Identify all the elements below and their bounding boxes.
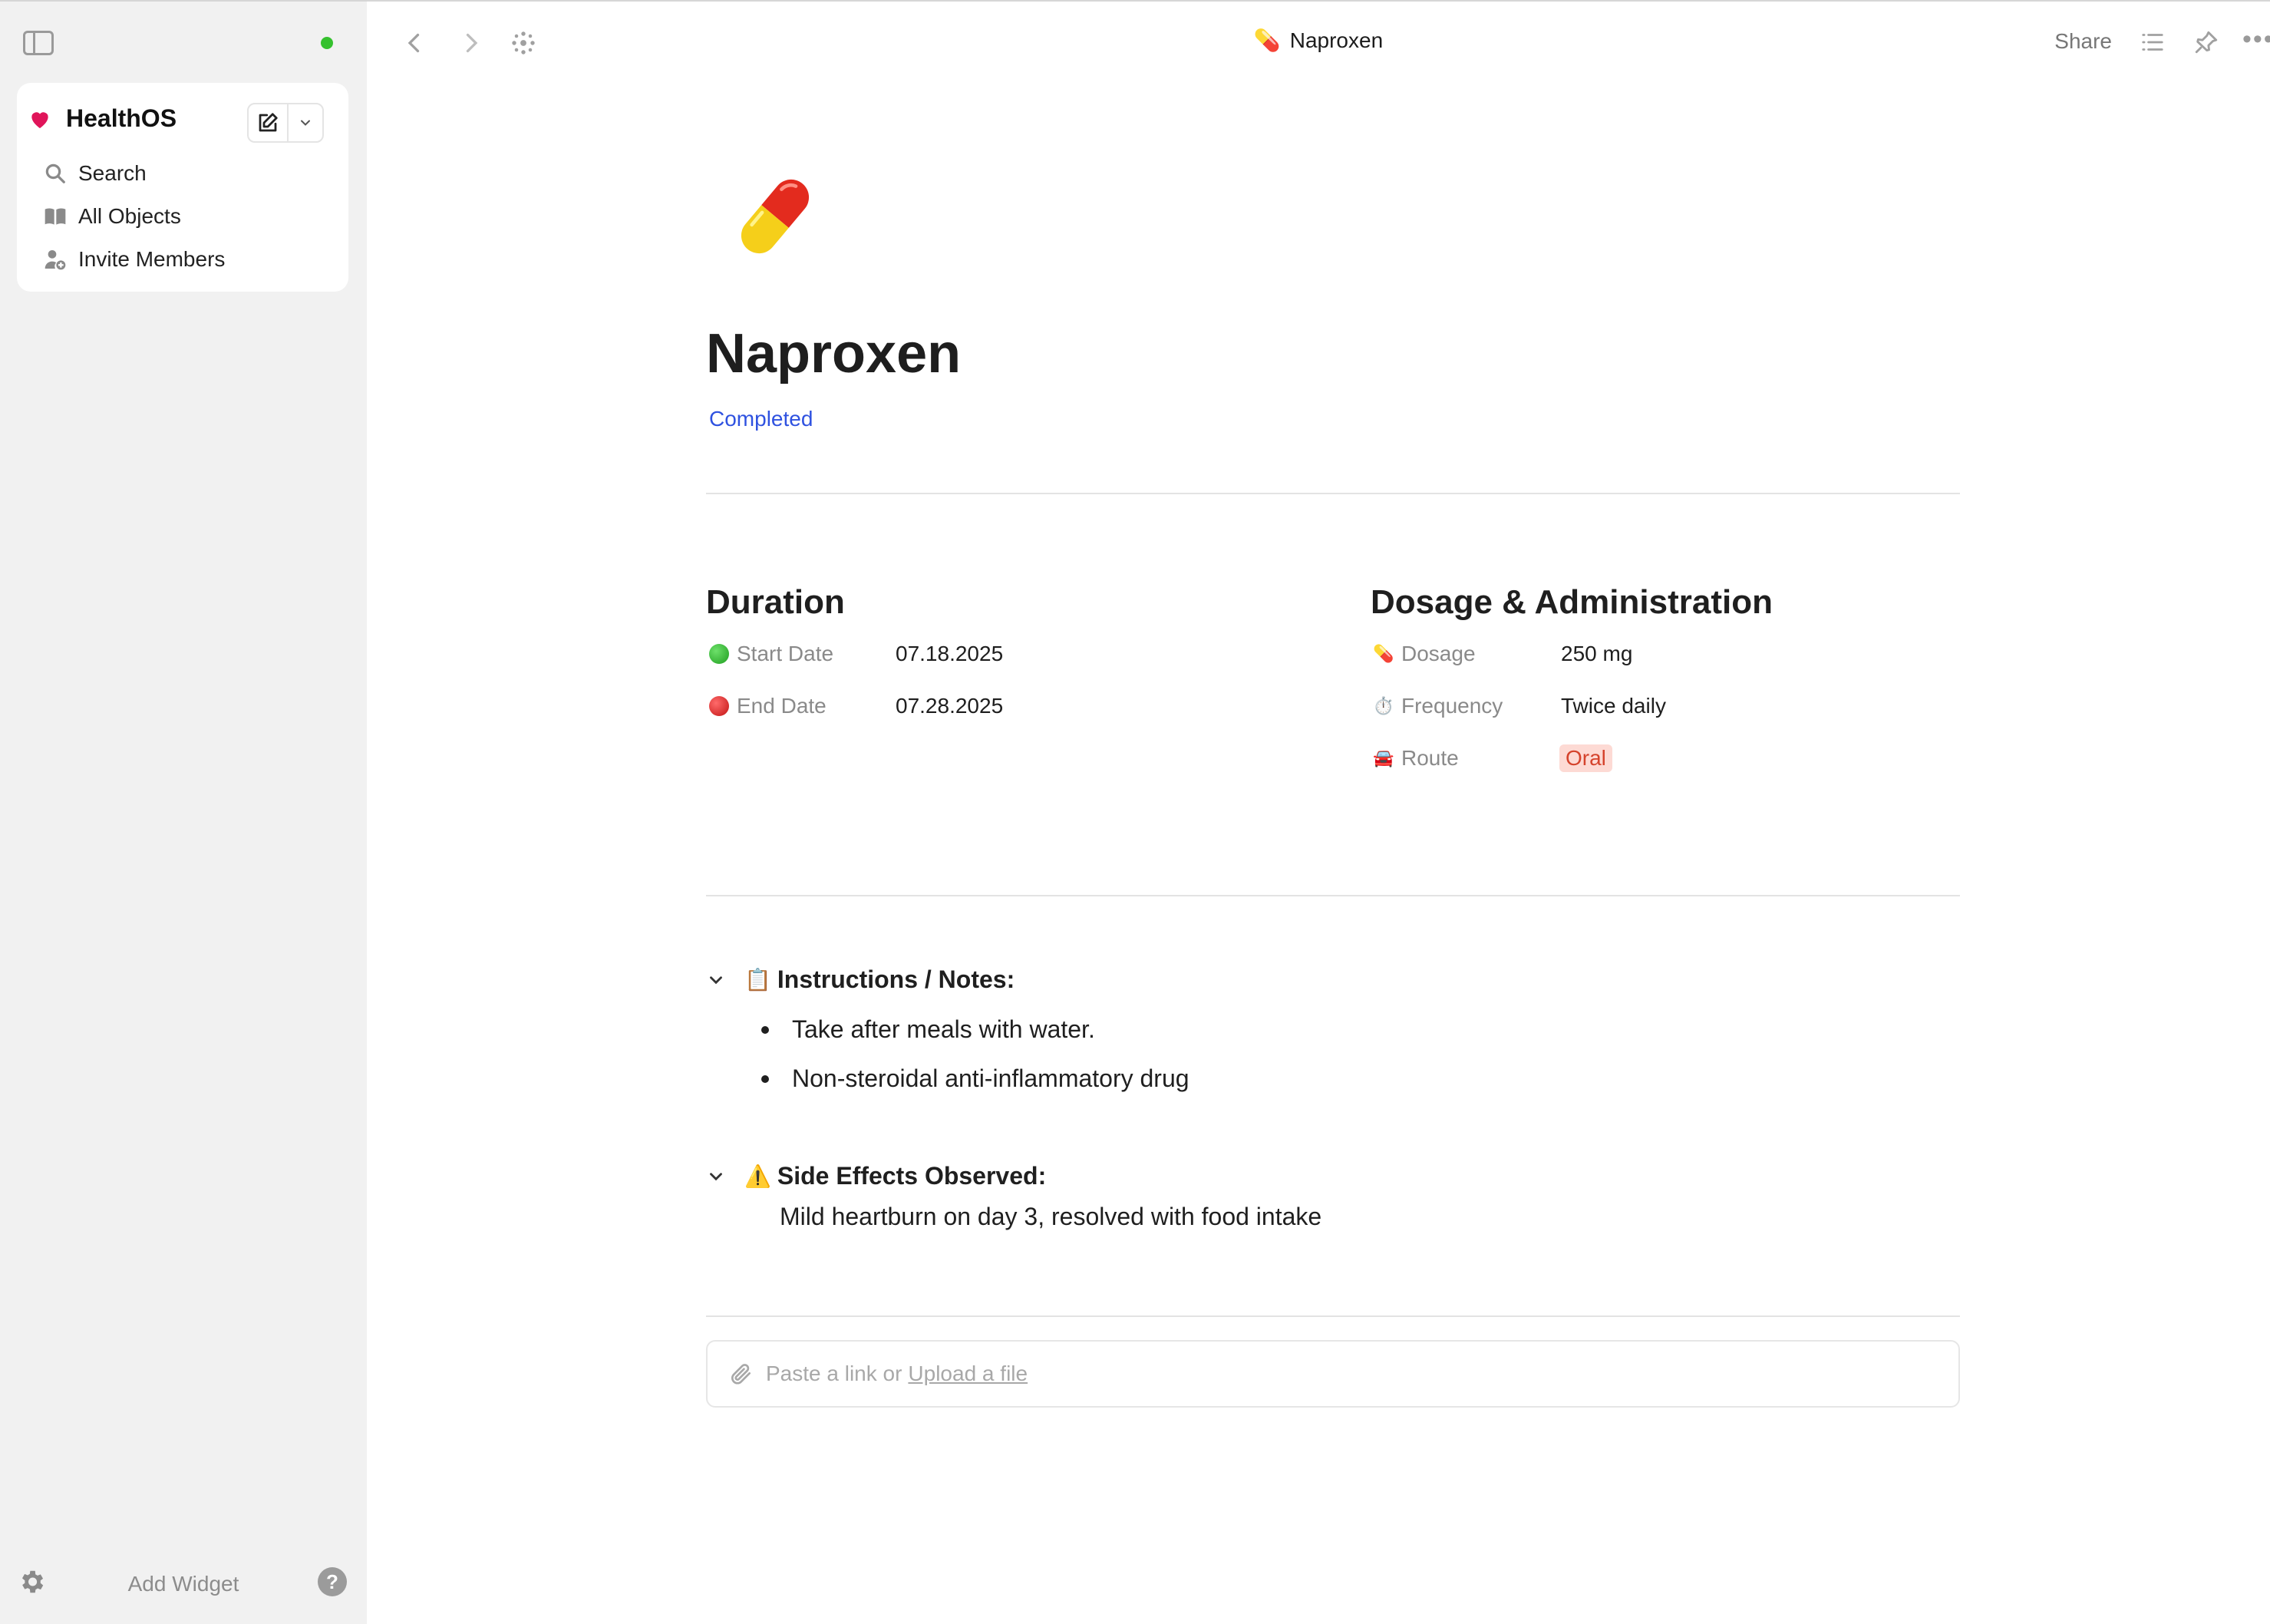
side-effects-toggle-header[interactable]: ⚠️ Side Effects Observed: [706,1162,1321,1190]
frequency-label: ⏱️ Frequency [1371,694,1503,718]
dosage-value[interactable]: 250 mg [1561,642,1632,666]
new-object-menu-button[interactable] [289,104,322,141]
sidebar-toggle-icon[interactable] [23,31,54,55]
green-circle-icon [709,644,729,664]
red-circle-icon [709,696,729,716]
dosage-row[interactable]: 💊 Dosage [1371,642,1476,666]
divider [706,1315,1960,1317]
status-badge[interactable]: Completed [709,407,813,431]
dosage-section: Dosage & Administration [1371,583,1773,622]
help-icon[interactable]: ? [318,1567,347,1596]
side-effects-text[interactable]: Mild heartburn on day 3, resolved with f… [780,1203,1321,1231]
car-icon: 🚘 [1373,748,1394,767]
upload-file-link[interactable]: Upload a file [908,1362,1028,1386]
start-date-label: Start Date [706,642,833,666]
frequency-row[interactable]: ⏱️ Frequency [1371,694,1503,718]
attachment-input[interactable]: Paste a link or Upload a file [706,1340,1960,1408]
list-item[interactable]: Take after meals with water. [761,1005,1189,1054]
breadcrumb-title[interactable]: 💊 Naproxen [367,28,2270,53]
pill-icon: 💊 [1373,644,1394,663]
dosage-heading: Dosage & Administration [1371,583,1773,621]
breadcrumb-title-text: Naproxen [1289,28,1384,52]
divider [706,895,1960,896]
side-effects-toggle: ⚠️ Side Effects Observed: Mild heartburn… [706,1162,1321,1231]
list-item[interactable]: Non-steroidal anti-inflammatory drug [761,1054,1189,1103]
add-member-icon [41,246,69,273]
start-date-row[interactable]: Start Date [706,642,833,666]
end-date-label: End Date [706,694,827,718]
attachment-placeholder: Paste a link or [766,1362,902,1385]
pill-icon: 💊 [1253,28,1281,52]
end-date-label-text: End Date [737,694,827,718]
dosage-label-text: Dosage [1401,642,1476,665]
new-object-control [247,103,324,143]
chevron-down-icon[interactable] [706,1167,744,1187]
sidebar-footer: Add Widget ? [0,1540,367,1624]
edit-icon [259,113,278,132]
pin-icon[interactable] [2193,29,2219,59]
route-row[interactable]: 🚘 Route [1371,746,1459,771]
sidebar-item-label: All Objects [78,204,181,228]
add-widget-button[interactable]: Add Widget [0,1572,367,1596]
end-date-value[interactable]: 07.28.2025 [896,694,1003,718]
instructions-toggle: 📋 Instructions / Notes: Take after meals… [706,965,1189,1103]
start-date-value[interactable]: 07.18.2025 [896,642,1003,666]
side-effects-heading: Side Effects Observed: [777,1162,1047,1190]
book-icon [41,203,69,230]
page-title[interactable]: Naproxen [706,322,961,385]
instructions-list: Take after meals with water. Non-steroid… [706,1005,1189,1103]
sidebar-item-label: Search [78,161,147,185]
top-bar: 💊 Naproxen Share ••• [367,0,2270,81]
online-status-dot [321,37,333,49]
sidebar-nav: Search All Objects Invite Members [43,152,225,281]
new-object-button[interactable] [249,104,289,141]
route-label: 🚘 Route [1371,746,1459,771]
instructions-toggle-header[interactable]: 📋 Instructions / Notes: [706,965,1189,994]
chevron-down-icon[interactable] [706,970,744,990]
frequency-value[interactable]: Twice daily [1561,694,1666,718]
divider [706,493,1960,494]
more-options-icon[interactable]: ••• [2242,25,2270,54]
stopwatch-icon: ⏱️ [1373,696,1394,715]
duration-section: Duration [706,583,845,622]
paperclip-icon [729,1362,754,1386]
warning-icon: ⚠️ [744,1164,771,1188]
sidebar-item-search[interactable]: Search [43,152,225,195]
instructions-heading: Instructions / Notes: [777,965,1015,993]
sidebar-item-label: Invite Members [78,247,226,271]
chevron-down-icon [301,120,310,126]
heart-icon [28,107,52,131]
space-name: HealthOS [66,104,177,132]
search-icon [41,160,69,187]
dosage-label: 💊 Dosage [1371,642,1476,666]
end-date-row[interactable]: End Date [706,694,827,718]
sidebar-item-invite-members[interactable]: Invite Members [43,238,225,281]
share-button[interactable]: Share [2054,29,2112,54]
space-header[interactable]: HealthOS [28,104,177,133]
pill-icon[interactable] [731,172,820,261]
route-tag[interactable]: Oral [1559,744,1612,772]
route-label-text: Route [1401,746,1459,770]
table-of-contents-icon[interactable] [2140,31,2166,58]
duration-heading: Duration [706,583,845,621]
start-date-label-text: Start Date [737,642,834,665]
sidebar: HealthOS Search All Objects Invite Membe… [0,0,367,1624]
sidebar-item-all-objects[interactable]: All Objects [43,195,225,238]
clipboard-icon: 📋 [744,968,771,992]
frequency-label-text: Frequency [1401,694,1503,718]
